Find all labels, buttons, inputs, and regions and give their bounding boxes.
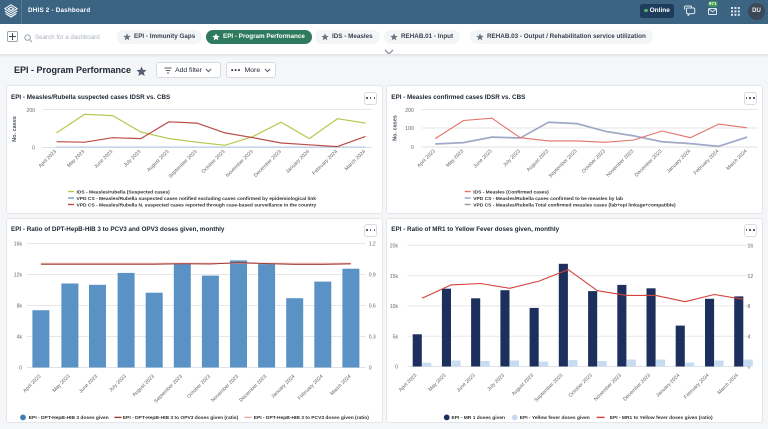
svg-text:0: 0 bbox=[32, 146, 35, 152]
svg-text:200: 200 bbox=[27, 108, 36, 114]
svg-text:November 2023: November 2023 bbox=[210, 373, 240, 403]
svg-text:February 2024: February 2024 bbox=[683, 372, 711, 400]
svg-text:4k: 4k bbox=[17, 334, 23, 340]
svg-text:5k: 5k bbox=[393, 334, 399, 340]
svg-text:June 2023: June 2023 bbox=[473, 148, 494, 169]
svg-text:0.9: 0.9 bbox=[369, 272, 376, 278]
svg-text:August 2023: August 2023 bbox=[526, 148, 551, 173]
svg-text:April 2023: April 2023 bbox=[38, 149, 59, 170]
svg-text:March 2024: March 2024 bbox=[329, 373, 352, 396]
svg-text:December 2023: December 2023 bbox=[634, 148, 664, 178]
svg-text:January 2024: January 2024 bbox=[270, 373, 296, 399]
svg-text:August 2023: August 2023 bbox=[131, 373, 156, 398]
svg-text:July 2023: July 2023 bbox=[108, 373, 128, 393]
svg-text:May 2023: May 2023 bbox=[66, 149, 86, 169]
svg-text:February 2024: February 2024 bbox=[311, 149, 339, 177]
svg-text:0.3: 0.3 bbox=[369, 334, 376, 340]
svg-text:16: 16 bbox=[748, 243, 754, 249]
svg-text:January 2024: January 2024 bbox=[666, 148, 692, 174]
svg-text:0: 0 bbox=[395, 364, 398, 370]
svg-text:20k: 20k bbox=[390, 243, 399, 249]
svg-text:EPI - DPT-HepB-HIB 3 to OPV3 d: EPI - DPT-HepB-HIB 3 to OPV3 doses given… bbox=[123, 415, 239, 421]
svg-text:December 2023: December 2023 bbox=[253, 149, 283, 179]
svg-text:1.2: 1.2 bbox=[369, 241, 376, 247]
svg-text:VPD CS - Measles/Rubella N. su: VPD CS - Measles/Rubella N. suspected ca… bbox=[77, 203, 317, 209]
svg-text:February 2024: February 2024 bbox=[297, 373, 325, 401]
svg-text:June 2023: June 2023 bbox=[78, 373, 99, 394]
svg-text:8: 8 bbox=[748, 304, 751, 310]
svg-text:October 2023: October 2023 bbox=[568, 372, 594, 398]
svg-text:VPD CS - Measles/Rubella suspe: VPD CS - Measles/Rubella suspected cases… bbox=[77, 196, 317, 202]
svg-text:EPI - MR 1 doses given: EPI - MR 1 doses given bbox=[452, 415, 506, 421]
svg-text:EPI - DPT-HepB-HIB 3 doses giv: EPI - DPT-HepB-HIB 3 doses given bbox=[29, 415, 109, 421]
svg-text:March 2024: March 2024 bbox=[344, 149, 367, 172]
svg-text:September 2023: September 2023 bbox=[168, 149, 199, 180]
svg-text:0: 0 bbox=[411, 145, 414, 151]
svg-text:0.6: 0.6 bbox=[369, 303, 376, 309]
svg-text:June 2023: June 2023 bbox=[456, 372, 477, 393]
svg-text:4: 4 bbox=[748, 334, 751, 340]
svg-text:January 2024: January 2024 bbox=[285, 149, 311, 175]
svg-text:No. cases: No. cases bbox=[393, 115, 399, 141]
svg-text:EPI - Yellow fever doses given: EPI - Yellow fever doses given bbox=[520, 415, 590, 421]
svg-text:100: 100 bbox=[406, 126, 415, 132]
svg-text:No. cases: No. cases bbox=[12, 116, 18, 142]
svg-text:April 2023: April 2023 bbox=[417, 148, 438, 169]
svg-text:April 2023: April 2023 bbox=[22, 373, 43, 394]
svg-text:VPD CS - Measles/Rubella cases: VPD CS - Measles/Rubella cases confirmed… bbox=[473, 196, 623, 202]
svg-text:August 2023: August 2023 bbox=[146, 149, 171, 174]
svg-text:December 2023: December 2023 bbox=[623, 372, 653, 402]
svg-text:8k: 8k bbox=[17, 303, 23, 309]
svg-text:0: 0 bbox=[19, 365, 22, 371]
svg-text:November 2023: November 2023 bbox=[593, 372, 623, 402]
svg-text:IDS - Measles (Confirmed cases: IDS - Measles (Confirmed cases) bbox=[473, 190, 549, 196]
svg-text:September 2023: September 2023 bbox=[548, 148, 579, 179]
svg-text:EPI - MR1 to Yellow fever dose: EPI - MR1 to Yellow fever doses given (r… bbox=[610, 415, 713, 421]
svg-text:May 2023: May 2023 bbox=[52, 373, 72, 393]
svg-text:December 2023: December 2023 bbox=[238, 373, 268, 403]
svg-text:August 2023: August 2023 bbox=[511, 372, 536, 397]
svg-text:12k: 12k bbox=[14, 272, 23, 278]
svg-text:October 2023: October 2023 bbox=[201, 149, 227, 175]
svg-text:VPD CS - Measles/Rubella Total: VPD CS - Measles/Rubella Total confirmed… bbox=[473, 203, 676, 209]
svg-text:April 2023: April 2023 bbox=[398, 372, 419, 393]
svg-text:July 2023: July 2023 bbox=[502, 148, 522, 168]
svg-text:February 2024: February 2024 bbox=[693, 148, 721, 176]
svg-text:November 2023: November 2023 bbox=[225, 149, 255, 179]
svg-text:October 2023: October 2023 bbox=[186, 373, 212, 399]
svg-text:September 2023: September 2023 bbox=[534, 372, 565, 403]
svg-text:June 2023: June 2023 bbox=[93, 149, 114, 170]
svg-text:0: 0 bbox=[369, 365, 372, 371]
svg-text:10k: 10k bbox=[390, 304, 399, 310]
svg-text:May 2023: May 2023 bbox=[445, 148, 465, 168]
svg-text:12: 12 bbox=[748, 273, 754, 279]
svg-text:IDS - Measles/rubella (Suspect: IDS - Measles/rubella (Suspected cases) bbox=[77, 190, 171, 196]
svg-text:200: 200 bbox=[406, 108, 415, 114]
svg-text:January 2024: January 2024 bbox=[656, 372, 682, 398]
svg-text:November 2023: November 2023 bbox=[606, 148, 636, 178]
svg-text:October 2023: October 2023 bbox=[581, 148, 607, 174]
svg-text:EPI - DPT-HepB-HIB 3 to PCV3 d: EPI - DPT-HepB-HIB 3 to PCV3 doses given… bbox=[254, 415, 370, 421]
svg-text:July 2023: July 2023 bbox=[123, 149, 143, 169]
svg-text:March 2024: March 2024 bbox=[726, 148, 749, 171]
svg-text:September 2023: September 2023 bbox=[153, 373, 184, 404]
svg-text:15k: 15k bbox=[390, 273, 399, 279]
svg-text:16k: 16k bbox=[14, 241, 23, 247]
svg-text:March 2024: March 2024 bbox=[717, 372, 740, 395]
svg-text:May 2023: May 2023 bbox=[428, 372, 448, 392]
svg-text:July 2023: July 2023 bbox=[487, 372, 507, 392]
